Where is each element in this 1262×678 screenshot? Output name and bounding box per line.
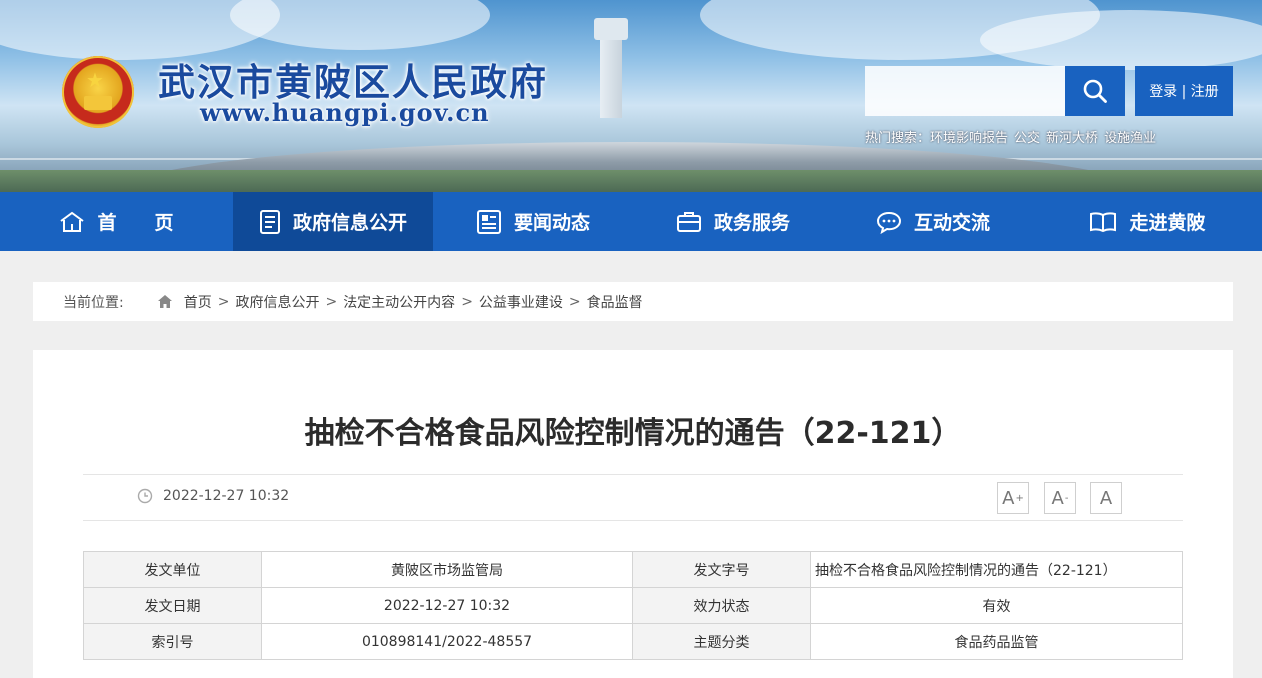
breadcrumb-link[interactable]: 公益事业建设 (479, 292, 563, 312)
news-icon (476, 209, 501, 234)
font-reset-button[interactable]: A (1090, 482, 1122, 514)
control-tower-top (594, 18, 628, 40)
site-url: www.huangpi.gov.cn (200, 98, 490, 127)
breadcrumb-link[interactable]: 政府信息公开 (235, 292, 319, 312)
breadcrumb-link[interactable]: 法定主动公开内容 (343, 292, 455, 312)
breadcrumb-link[interactable]: 首页 (184, 292, 212, 312)
nav-item-label: 要闻动态 (513, 212, 590, 234)
nav-item-gov-info[interactable]: 政府信息公开 (233, 192, 433, 251)
table-key: 效力状态 (632, 587, 811, 624)
nav-item-news[interactable]: 要闻动态 (433, 192, 633, 251)
banner-lawn (0, 170, 1262, 192)
article-title: 抽检不合格食品风险控制情况的通告（22-121） (304, 416, 962, 451)
document-list-icon (259, 209, 280, 234)
table-row: 索引号 010898141/2022-48557 主题分类 食品药品监管 (83, 623, 1183, 660)
hot-search-term[interactable]: 公交 (1014, 131, 1040, 146)
search-icon (1083, 79, 1107, 103)
nav-item-services[interactable]: 政务服务 (633, 192, 833, 251)
table-value: 食品药品监管 (810, 623, 1183, 660)
nav-item-label: 走进黄陂 (1129, 212, 1206, 234)
table-value: 有效 (810, 587, 1183, 624)
table-key: 索引号 (83, 623, 262, 660)
hot-search-label: 热门搜索： (865, 131, 931, 146)
nav-item-label: 互动交流 (913, 212, 990, 234)
document-info-table: 发文单位 黄陂区市场监管局 发文字号 抽检不合格食品风险控制情况的通告（22-1… (83, 551, 1183, 660)
font-decrease-button[interactable]: A- (1044, 482, 1076, 514)
search-button[interactable] (1065, 66, 1125, 116)
table-value: 抽检不合格食品风险控制情况的通告（22-121） (810, 551, 1183, 588)
hot-search-term[interactable]: 设施渔业 (1104, 131, 1156, 146)
nav-item-about[interactable]: 走进黄陂 (1033, 192, 1262, 251)
star-icon: ★ (86, 68, 104, 92)
table-key: 发文单位 (83, 551, 262, 588)
nav-item-label: 首 页 (97, 212, 174, 234)
hot-search-term[interactable]: 环境影响报告 (930, 131, 1008, 146)
banner-cloud (230, 0, 490, 50)
home-icon (60, 211, 85, 232)
breadcrumb-separator: > (325, 293, 338, 310)
book-icon (1090, 211, 1117, 232)
article-date-text: 2022-12-27 10:32 (163, 488, 290, 504)
font-increase-button[interactable]: A + (997, 482, 1029, 514)
national-emblem-logo: ★ (62, 56, 134, 128)
article-panel: 抽检不合格食品风险控制情况的通告（22-121） 2022-12-27 10:3… (33, 350, 1233, 678)
table-key: 主题分类 (632, 623, 811, 660)
table-key: 发文日期 (83, 587, 262, 624)
chat-bubble-icon (876, 211, 901, 234)
breadcrumb-label: 当前位置: (63, 294, 124, 311)
table-value: 2022-12-27 10:32 (261, 587, 633, 624)
briefcase-icon (676, 211, 701, 232)
gate-icon (84, 96, 112, 110)
banner-cloud (980, 10, 1262, 70)
nav-item-interaction[interactable]: 互动交流 (833, 192, 1033, 251)
breadcrumb-separator: > (461, 293, 473, 310)
login-register-link[interactable]: 登录 | 注册 (1135, 66, 1233, 116)
home-icon (157, 295, 172, 308)
table-row: 发文日期 2022-12-27 10:32 效力状态 有效 (83, 587, 1183, 624)
divider (83, 474, 1183, 475)
breadcrumb: 当前位置: 首页 > 政府信息公开 > 法定主动公开内容 > 公益事业建设 > … (33, 282, 1233, 321)
main-nav: 首 页 政府信息公开 要闻动态 政务服务 互动交流 走进黄陂 (0, 192, 1262, 251)
nav-item-label: 政府信息公开 (292, 212, 407, 234)
breadcrumb-link[interactable]: 食品监督 (587, 292, 643, 312)
nav-item-label: 政务服务 (713, 212, 790, 234)
nav-item-home[interactable]: 首 页 (0, 192, 233, 251)
clock-icon (137, 488, 153, 504)
table-value: 黄陂区市场监管局 (261, 551, 633, 588)
header-banner: ★ 武汉市黄陂区人民政府 www.huangpi.gov.cn 登录 | 注册 … (0, 0, 1262, 192)
search-input[interactable] (865, 66, 1065, 116)
breadcrumb-separator: > (217, 293, 230, 310)
table-row: 发文单位 黄陂区市场监管局 发文字号 抽检不合格食品风险控制情况的通告（22-1… (83, 551, 1183, 588)
breadcrumb-separator: > (568, 293, 581, 310)
article-date: 2022-12-27 10:32 (137, 488, 289, 504)
divider (83, 520, 1183, 521)
table-key: 发文字号 (632, 551, 811, 588)
hot-search-term[interactable]: 新河大桥 (1046, 131, 1098, 146)
table-value: 010898141/2022-48557 (261, 623, 633, 660)
hot-search-bar: 热门搜索：环境影响报告 公交 新河大桥 设施渔业 (865, 127, 1162, 146)
